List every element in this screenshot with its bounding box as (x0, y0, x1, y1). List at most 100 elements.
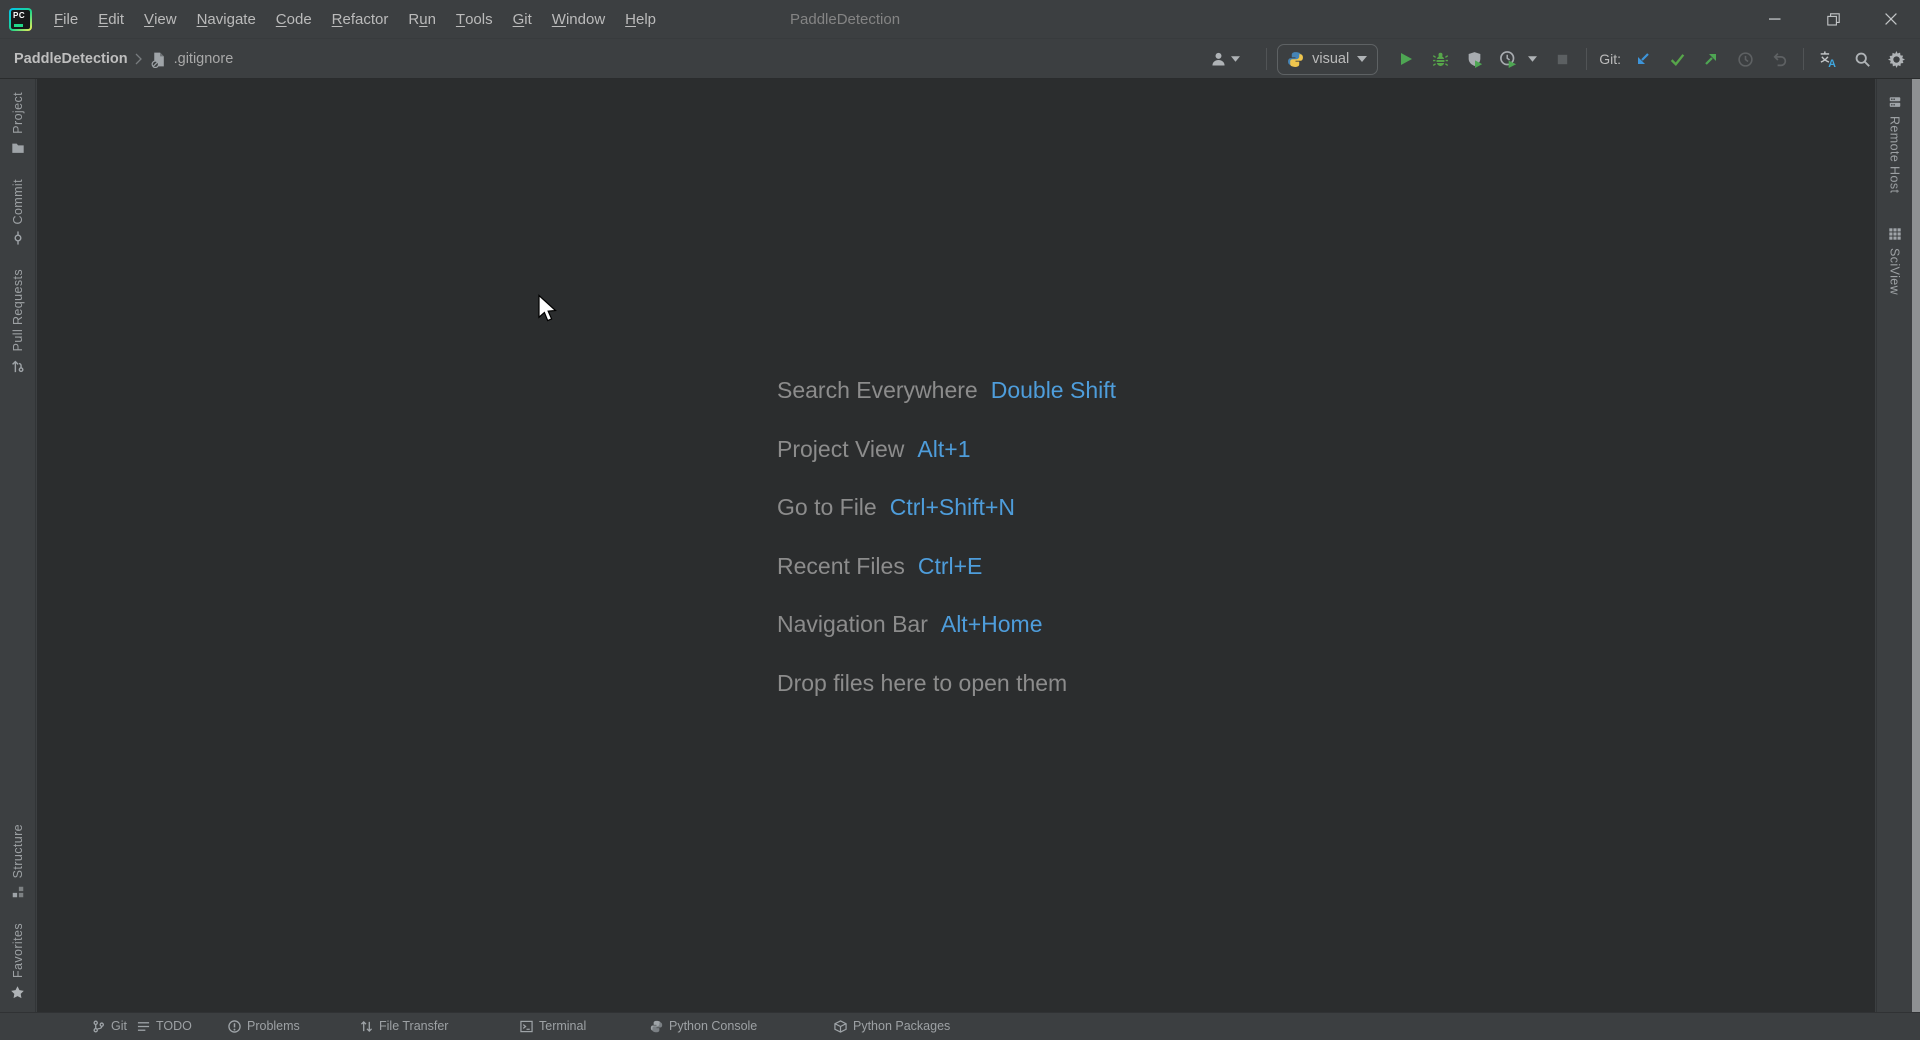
settings-button[interactable] (1882, 45, 1910, 73)
menu-code[interactable]: Code (266, 0, 322, 38)
main-menu: File Edit View Navigate Code Refactor Ru… (44, 0, 666, 38)
menu-item-text: T (456, 11, 465, 28)
menu-refactor[interactable]: Refactor (322, 0, 399, 38)
breadcrumb-file[interactable]: .gitignore (174, 51, 234, 67)
push-icon (1703, 51, 1719, 67)
star-icon (10, 985, 25, 1000)
navigation-toolbar: PaddleDetection .gitignore visu (0, 38, 1920, 79)
git-commit-button[interactable] (1663, 45, 1691, 73)
menu-item-text: G (513, 11, 525, 28)
restore-icon (1827, 13, 1840, 26)
gitignore-file-icon (150, 51, 167, 68)
menu-item-text: u (419, 11, 427, 28)
tool-button-label: Structure (11, 824, 25, 878)
translate-icon: A (1819, 50, 1837, 68)
menu-item-text: dit (108, 11, 124, 28)
menu-item-text: N (197, 11, 208, 28)
python-console-icon (650, 1020, 663, 1033)
tool-button-python-console[interactable]: Python Console (650, 1019, 757, 1033)
menu-tools[interactable]: Tools (446, 0, 503, 38)
profiler-button[interactable] (1494, 45, 1522, 73)
close-icon (1885, 13, 1897, 25)
git-push-button[interactable] (1697, 45, 1725, 73)
run-button[interactable] (1392, 45, 1420, 73)
tool-button-pull-requests[interactable]: Pull Requests (11, 269, 25, 372)
hint-label: Navigation Bar (777, 611, 928, 638)
hint-label: Project View (777, 436, 904, 463)
stop-button[interactable] (1548, 45, 1576, 73)
restore-button[interactable] (1804, 0, 1862, 38)
tool-button-sciview[interactable]: SciView (1888, 227, 1902, 295)
commit-node-icon (11, 231, 25, 245)
interpreter-name: visual (1312, 51, 1349, 67)
breadcrumb-chevron-icon (135, 53, 143, 65)
interpreter-selector[interactable]: visual (1277, 44, 1378, 75)
pycharm-logo-bar (14, 24, 23, 27)
tool-button-todo[interactable]: TODO (137, 1019, 192, 1033)
tool-button-favorites[interactable]: Favorites (10, 923, 25, 1000)
menu-help[interactable]: Help (615, 0, 666, 38)
minimize-button[interactable] (1746, 0, 1804, 38)
coverage-shield-icon (1466, 51, 1483, 68)
hint-shortcut[interactable]: Alt+Home (941, 611, 1043, 638)
window-controls (1746, 0, 1920, 38)
rollback-button[interactable] (1765, 45, 1793, 73)
tool-button-file-transfer[interactable]: File Transfer (360, 1019, 448, 1033)
hint-shortcut[interactable]: Double Shift (991, 377, 1116, 404)
menu-item-text: avigate (207, 11, 255, 28)
todo-list-icon (137, 1020, 150, 1033)
tool-button-git[interactable]: Git (92, 1019, 127, 1033)
menu-run[interactable]: Run (398, 0, 446, 38)
tool-button-python-packages[interactable]: Python Packages (834, 1019, 950, 1033)
tool-button-label: Problems (247, 1019, 300, 1033)
pycharm-logo-icon: PC (9, 8, 32, 31)
hint-shortcut[interactable]: Alt+1 (917, 436, 970, 463)
search-everywhere-button[interactable] (1848, 45, 1876, 73)
git-update-button[interactable] (1629, 45, 1657, 73)
hint-label: Recent Files (777, 553, 905, 580)
menu-window[interactable]: Window (542, 0, 615, 38)
menu-item-text: C (276, 11, 287, 28)
debug-button[interactable] (1426, 45, 1454, 73)
problems-icon (228, 1020, 241, 1033)
menu-item-text: ools (465, 11, 493, 28)
window-edge-strip[interactable] (1912, 79, 1920, 1026)
menu-git[interactable]: Git (503, 0, 542, 38)
structure-icon (11, 885, 25, 899)
tool-button-problems[interactable]: Problems (228, 1019, 300, 1033)
server-icon (1888, 95, 1902, 109)
chevron-down-icon (1528, 56, 1537, 62)
menu-navigate[interactable]: Navigate (187, 0, 266, 38)
hint-shortcut[interactable]: Ctrl+E (918, 553, 983, 580)
menu-view[interactable]: View (134, 0, 187, 38)
tool-button-project[interactable]: Project (11, 92, 25, 155)
profiler-clock-icon (1499, 50, 1517, 68)
tool-button-commit[interactable]: Commit (11, 179, 25, 245)
menu-item-text: elp (636, 11, 656, 28)
menu-item-text: efactor (343, 11, 389, 28)
run-with-coverage-button[interactable] (1460, 45, 1488, 73)
translate-button[interactable]: A (1814, 45, 1842, 73)
local-history-button[interactable] (1731, 45, 1759, 73)
tool-button-structure[interactable]: Structure (11, 824, 25, 899)
run-options-button[interactable] (1522, 45, 1542, 73)
breadcrumb-project[interactable]: PaddleDetection (14, 51, 128, 67)
run-icon (1398, 51, 1414, 67)
tool-button-label: Project (11, 92, 25, 134)
grid-icon (1888, 227, 1902, 241)
python-icon (1287, 51, 1304, 68)
menu-edit[interactable]: Edit (88, 0, 134, 38)
git-branch-icon (92, 1020, 105, 1033)
tool-button-terminal[interactable]: Terminal (520, 1019, 586, 1033)
menu-item-text: F (54, 11, 63, 28)
menu-file[interactable]: File (44, 0, 88, 38)
hint-shortcut[interactable]: Ctrl+Shift+N (890, 494, 1015, 521)
commit-check-icon (1669, 51, 1686, 68)
menu-item-text: H (625, 11, 636, 28)
folder-icon (11, 141, 25, 155)
tool-button-remote-host[interactable]: Remote Host (1888, 95, 1902, 193)
bottom-tool-stripe: Git TODO Problems File Transfer Terminal… (0, 1012, 1920, 1040)
code-with-me-button[interactable] (1210, 51, 1240, 68)
close-button[interactable] (1862, 0, 1920, 38)
pycharm-window: PC File Edit View Navigate Code Refactor… (0, 0, 1920, 1026)
